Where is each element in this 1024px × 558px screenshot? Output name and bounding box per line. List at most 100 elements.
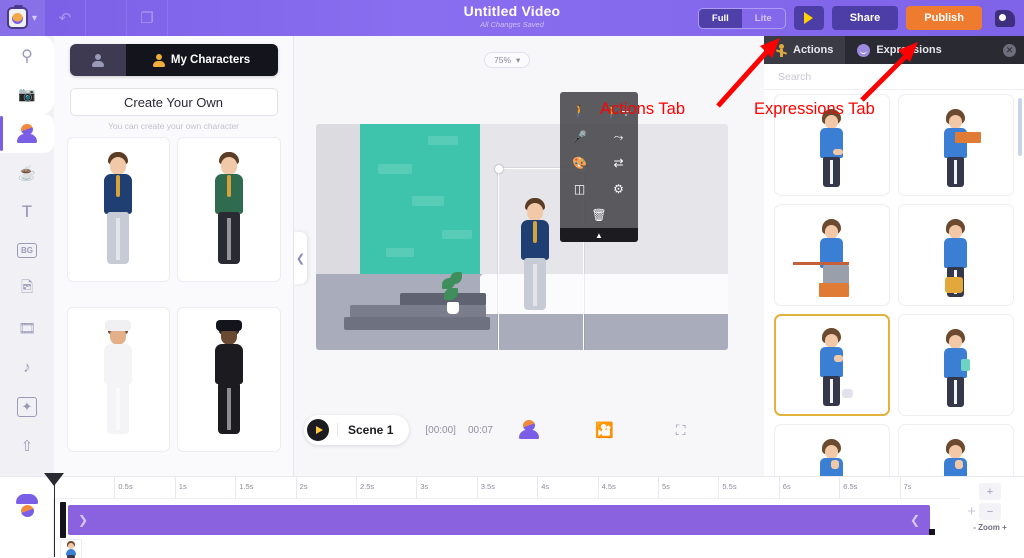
action-card[interactable] [898, 314, 1014, 416]
zoom-out-button[interactable]: − [979, 503, 1001, 520]
actions-grid [764, 90, 1024, 476]
rail-group-top: ⚲ 📷 [0, 36, 54, 114]
sidebar-item-effects[interactable]: ✦ [0, 387, 54, 426]
time-total-label: 00:07 [467, 424, 493, 436]
app-logo-button[interactable]: ▾ [0, 0, 44, 36]
delete-trash-icon[interactable]: 🗑 [560, 202, 638, 228]
sidebar-item-video[interactable]: 📷 [0, 75, 54, 114]
action-card[interactable] [774, 424, 890, 476]
stage-teal-wall [360, 124, 480, 276]
canvas-zoom-selector[interactable]: 75% ▾ [484, 52, 531, 68]
character-icon [17, 123, 37, 144]
action-thumbnail [812, 109, 852, 187]
playhead[interactable] [44, 473, 64, 557]
color-palette-icon[interactable]: 🎨 [560, 150, 599, 176]
timeline-tick: 3.5s [476, 477, 495, 499]
action-card[interactable] [898, 424, 1014, 476]
film-strip-icon[interactable]: 🎦 [595, 421, 614, 439]
scene-character-icon[interactable] [519, 420, 539, 440]
action-card-selected[interactable] [774, 314, 890, 416]
user-avatar-icon[interactable] [990, 4, 1020, 32]
character-card[interactable] [177, 306, 281, 452]
person-add-icon [152, 53, 165, 67]
tab-all-characters[interactable] [69, 44, 126, 76]
action-thumbnail [936, 439, 976, 476]
timeline-tick: 2s [295, 477, 308, 499]
action-card[interactable] [898, 204, 1014, 306]
action-thumbnail [812, 439, 852, 476]
action-thumbnail [936, 109, 976, 187]
character-avatar-icon[interactable] [16, 494, 38, 527]
zoom-in-button[interactable]: + [979, 483, 1001, 500]
collapse-left-panel-button[interactable]: ❮ [294, 232, 307, 284]
swap-character-icon[interactable]: ⇄ [599, 150, 638, 176]
flip-icon[interactable]: ◫ [560, 176, 599, 202]
publish-button[interactable]: Publish [906, 6, 982, 30]
collapse-chevron-icon[interactable]: ▲ [560, 228, 638, 242]
sidebar-item-music[interactable]: ♪ [0, 348, 54, 387]
canvas-zoom-value: 75% [494, 55, 512, 65]
redo-icon[interactable] [86, 0, 126, 36]
divider [167, 0, 168, 36]
panel-scrollbar[interactable] [1018, 98, 1022, 156]
character-card[interactable] [177, 137, 281, 282]
action-card[interactable] [774, 204, 890, 306]
top-actions: Full Lite Share Publish [697, 0, 1020, 36]
stage-plant [442, 272, 464, 314]
scene-stage[interactable]: ↻ [316, 124, 728, 350]
close-icon[interactable]: ✕ [1003, 43, 1016, 57]
motion-path-icon[interactable]: ⤳ [599, 124, 638, 150]
action-card[interactable] [898, 94, 1014, 196]
copy-icon[interactable]: ❐ [127, 0, 167, 36]
chevron-left-icon[interactable]: ❮ [910, 513, 920, 527]
canvas-area[interactable]: 75% ▾ ❮ 🚶 🚶＋ 🎤 ⤳ 🎨 ⇄ ◫ ⚙ 🗑 ▲ Scene 1 [00… [294, 36, 764, 476]
sidebar-item-upload[interactable]: ⇧ [0, 426, 54, 465]
chevron-down-icon[interactable]: ▾ [32, 13, 37, 24]
timeline-tick: 1s [174, 477, 187, 499]
settings-gear-icon[interactable]: ⚙ [599, 176, 638, 202]
mode-full-option[interactable]: Full [698, 8, 742, 28]
mode-toggle[interactable]: Full Lite [697, 7, 786, 29]
tab-actions-label: Actions [793, 44, 834, 56]
timeline-layer-sidebar [0, 494, 54, 558]
sidebar-item-search[interactable]: ⚲ [0, 36, 54, 75]
timeline-tick: 7s [899, 477, 912, 499]
scene-selector[interactable]: Scene 1 [304, 415, 410, 445]
timeline-tick: 6.5s [839, 477, 857, 499]
character-grid [66, 137, 281, 469]
chevron-right-icon[interactable]: ❯ [78, 513, 88, 527]
layer-thumbnail[interactable] [60, 539, 82, 558]
tab-my-characters-label: My Characters [170, 54, 251, 66]
sidebar-item-video-clip[interactable]: 🎞 [0, 309, 54, 348]
character-figure [206, 319, 252, 440]
sidebar-item-background[interactable]: BG [0, 231, 54, 270]
timeline-tick: 5.5s [718, 477, 737, 499]
mode-lite-option[interactable]: Lite [742, 9, 785, 28]
timeline-tick: 3s [416, 477, 428, 499]
character-card[interactable] [66, 306, 170, 452]
share-button[interactable]: Share [831, 6, 899, 30]
walk-action-icon[interactable]: 🚶 [560, 98, 599, 124]
scene-control-strip: Scene 1 [00:00] 00:07 🎦 ⛶ [294, 404, 764, 456]
sidebar-item-image[interactable]: 🖻 [0, 270, 54, 309]
top-toolbar: ▾ ↶ ❐ Untitled Video All Changes Saved F… [0, 0, 1024, 36]
create-your-own-button[interactable]: Create Your Own [69, 88, 278, 116]
sidebar-item-props[interactable]: ☕ [0, 153, 54, 192]
timeline-track-character[interactable]: ❯ ❮ [60, 502, 935, 538]
app-logo-icon [6, 5, 28, 29]
undo-icon[interactable]: ↶ [45, 0, 85, 36]
microphone-icon[interactable]: 🎤 [560, 124, 599, 150]
stage-wall-left [316, 124, 360, 274]
timeline-tick: 4s [537, 477, 549, 499]
character-card[interactable] [66, 137, 170, 282]
timeline-ruler[interactable]: 0.5s 1s 1.5s 2s 2.5s 3s 3.5s 4s 4.5s 5s 5.5s 6s 6.5s… [54, 477, 960, 499]
camera-focus-icon[interactable]: ⛶ [676, 422, 686, 439]
annotation-expressions-tab: Expressions Tab [754, 100, 875, 118]
sidebar-item-text[interactable]: T [0, 192, 54, 231]
scene-play-button[interactable] [307, 419, 329, 441]
sidebar-item-character[interactable] [0, 114, 54, 153]
preview-play-button[interactable] [793, 6, 824, 30]
tab-my-characters[interactable]: My Characters [125, 44, 278, 76]
resize-handle-tl[interactable] [495, 165, 503, 173]
timeline-tick: 2.5s [356, 477, 374, 499]
